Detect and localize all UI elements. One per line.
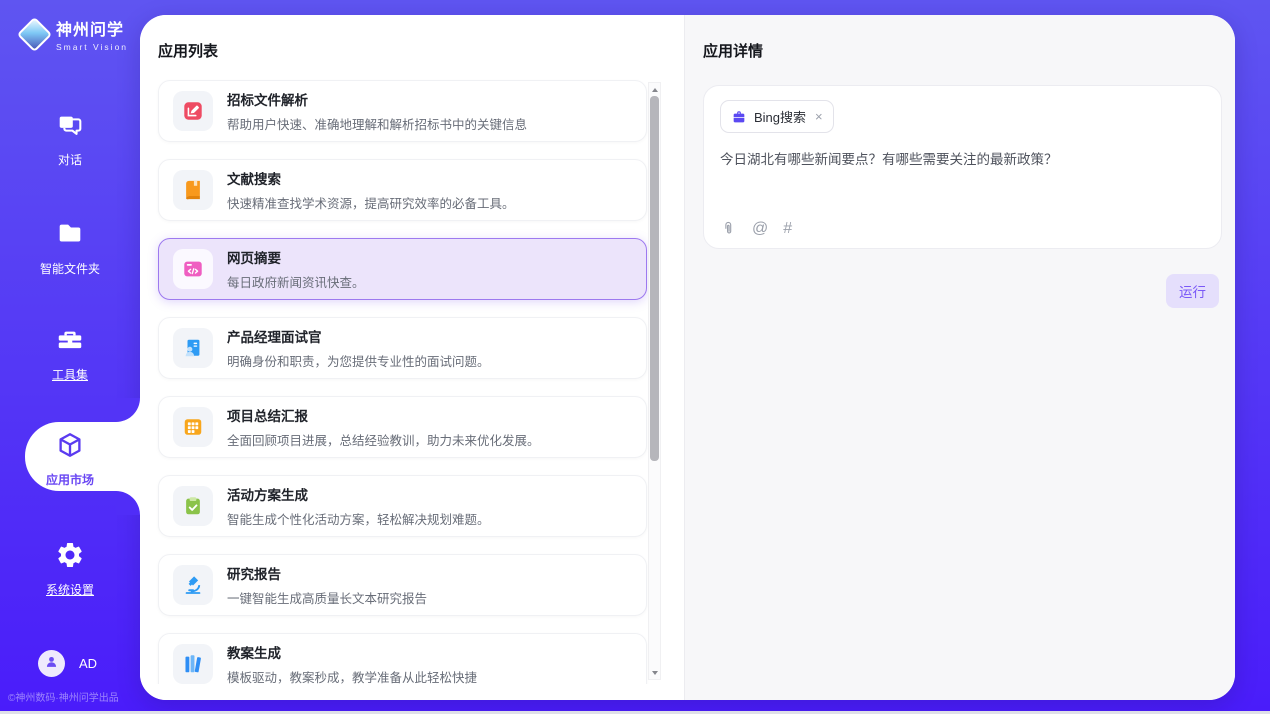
app-card-description: 一键智能生成高质量长文本研究报告: [227, 588, 427, 607]
books-icon: [182, 653, 204, 675]
user-row[interactable]: AD: [38, 650, 97, 677]
folder-icon: [55, 219, 85, 249]
app-icon-tile: [173, 249, 213, 289]
book-icon: [182, 179, 204, 201]
brand-subtitle: Smart Vision: [56, 42, 128, 52]
hash-icon[interactable]: #: [783, 221, 792, 237]
sidebar-item-label: 对话: [0, 151, 140, 168]
tender-doc-icon: [182, 100, 204, 122]
run-button[interactable]: 运行: [1166, 274, 1219, 308]
webpage-icon: [182, 258, 204, 280]
app-card[interactable]: 产品经理面试官明确身份和职责，为您提供专业性的面试问题。: [158, 317, 647, 379]
gear-icon: [55, 540, 85, 570]
sidebar-item-label: 智能文件夹: [0, 260, 140, 277]
close-icon[interactable]: ×: [815, 110, 823, 123]
tool-tag-bing-search[interactable]: Bing搜索 ×: [720, 100, 834, 133]
app-icon-tile: [173, 328, 213, 368]
user-initials: AD: [79, 656, 97, 671]
app-card-title: 文献搜索: [227, 168, 515, 188]
sidebar: 神州问学 Smart Vision 对话智能文件夹工具集应用市场系统设置 AD …: [0, 0, 140, 714]
clipboard-icon: [182, 495, 204, 517]
app-icon-tile: [173, 170, 213, 210]
copyright-text: ©神州数码·神州问学出品: [8, 689, 119, 704]
app-card-description: 智能生成个性化活动方案，轻松解决规划难题。: [227, 509, 490, 528]
sidebar-item-1[interactable]: 对话: [0, 110, 140, 168]
app-card-title: 招标文件解析: [227, 89, 527, 109]
chat-icon: [55, 110, 85, 140]
app-card-title: 网页摘要: [227, 247, 365, 267]
person-icon: [43, 653, 60, 675]
app-card[interactable]: 活动方案生成智能生成个性化活动方案，轻松解决规划难题。: [158, 475, 647, 537]
app-detail-panel: 应用详情 Bing搜索 × 今日湖北有哪些新闻要点？有哪些需要关注的最新政策？ …: [684, 15, 1235, 700]
sidebar-item-5[interactable]: 系统设置: [0, 540, 140, 598]
app-card[interactable]: 研究报告一键智能生成高质量长文本研究报告: [158, 554, 647, 616]
app-icon-tile: [173, 91, 213, 131]
app-list-scrollbar[interactable]: [648, 82, 661, 680]
app-card-title: 研究报告: [227, 563, 427, 583]
sidebar-item-4[interactable]: 应用市场: [0, 430, 140, 488]
app-card-description: 模板驱动，教案秒成，教学准备从此轻松快捷: [227, 667, 477, 684]
sidebar-item-2[interactable]: 智能文件夹: [0, 219, 140, 277]
app-card-title: 教案生成: [227, 642, 477, 662]
app-card[interactable]: 文献搜索快速精准查找学术资源，提高研究效率的必备工具。: [158, 159, 647, 221]
toolbox-icon: [55, 325, 85, 355]
app-list-panel: 应用列表 招标文件解析帮助用户快速、准确地理解和解析招标书中的关键信息文献搜索快…: [140, 15, 684, 700]
app-icon-tile: [173, 565, 213, 605]
app-card-description: 明确身份和职责，为您提供专业性的面试问题。: [227, 351, 490, 370]
composer-icon-row: @#: [720, 220, 792, 237]
app-card-description: 帮助用户快速、准确地理解和解析招标书中的关键信息: [227, 114, 527, 133]
scrollbar-thumb[interactable]: [650, 96, 659, 461]
app-icon-tile: [173, 486, 213, 526]
app-card-title: 活动方案生成: [227, 484, 490, 504]
resume-icon: [182, 337, 204, 359]
scroll-up-button[interactable]: [649, 83, 660, 96]
brand-name: 神州问学: [56, 16, 128, 40]
app-card[interactable]: 教案生成模板驱动，教案秒成，教学准备从此轻松快捷: [158, 633, 647, 684]
logo-diamond-icon: [17, 16, 52, 51]
calendar-icon: [182, 416, 204, 438]
microscope-icon: [182, 574, 204, 596]
app-icon-tile: [173, 407, 213, 447]
app-card[interactable]: 招标文件解析帮助用户快速、准确地理解和解析招标书中的关键信息: [158, 80, 647, 142]
app-card[interactable]: 项目总结汇报全面回顾项目进展，总结经验教训，助力未来优化发展。: [158, 396, 647, 458]
app-card[interactable]: 网页摘要每日政府新闻资讯快查。: [158, 238, 647, 300]
main-panel: 应用列表 招标文件解析帮助用户快速、准确地理解和解析招标书中的关键信息文献搜索快…: [140, 15, 1235, 700]
app-logo: 神州问学 Smart Vision: [18, 16, 128, 52]
app-icon-tile: [173, 644, 213, 684]
sidebar-item-label: 应用市场: [0, 471, 140, 488]
sidebar-item-label: 系统设置: [0, 581, 140, 598]
bubble-curve-bottom: [116, 491, 140, 515]
briefcase-icon: [731, 109, 747, 125]
prompt-input[interactable]: 今日湖北有哪些新闻要点？有哪些需要关注的最新政策？: [720, 150, 1205, 170]
app-card-description: 快速精准查找学术资源，提高研究效率的必备工具。: [227, 193, 515, 212]
paperclip-icon[interactable]: [720, 220, 737, 237]
sidebar-item-3[interactable]: 工具集: [0, 325, 140, 383]
bubble-curve-top: [116, 398, 140, 422]
sidebar-item-label: 工具集: [0, 366, 140, 383]
app-card-description: 全面回顾项目进展，总结经验教训，助力未来优化发展。: [227, 430, 540, 449]
app-card-title: 项目总结汇报: [227, 405, 540, 425]
avatar[interactable]: [38, 650, 65, 677]
app-card-title: 产品经理面试官: [227, 326, 490, 346]
prompt-card[interactable]: Bing搜索 × 今日湖北有哪些新闻要点？有哪些需要关注的最新政策？ @#: [703, 85, 1222, 249]
tool-tag-label: Bing搜索: [754, 107, 806, 126]
app-card-description: 每日政府新闻资讯快查。: [227, 272, 365, 291]
app-list: 招标文件解析帮助用户快速、准确地理解和解析招标书中的关键信息文献搜索快速精准查找…: [140, 73, 684, 684]
cube-icon: [55, 430, 85, 460]
scroll-down-button[interactable]: [649, 666, 660, 679]
app-list-title: 应用列表: [140, 15, 684, 73]
app-detail-title: 应用详情: [685, 15, 1235, 73]
at-icon[interactable]: @: [752, 221, 768, 237]
